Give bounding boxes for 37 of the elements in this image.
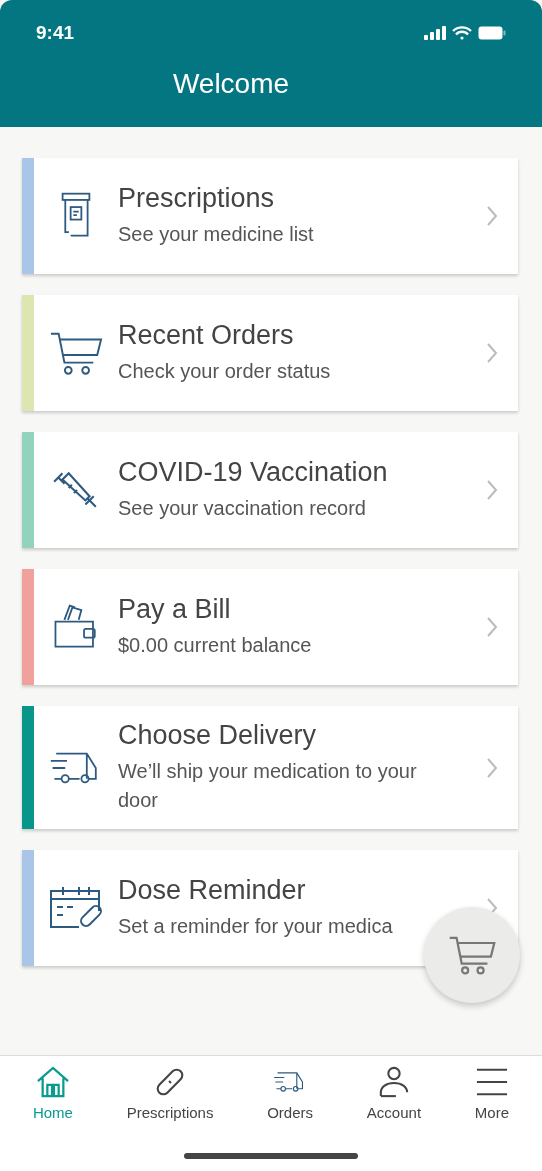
- card-title: Dose Reminder: [118, 875, 307, 906]
- chevron-right-icon: [486, 479, 498, 501]
- signal-icon: [424, 26, 446, 40]
- card-subtitle: Set a reminder for your medica: [118, 914, 394, 939]
- menu-card[interactable]: Recent Orders Check your order status: [22, 295, 518, 411]
- nav-tab[interactable]: Orders: [263, 1066, 318, 1121]
- wifi-icon: [452, 26, 472, 40]
- card-title: Choose Delivery: [118, 720, 318, 751]
- nav-tab[interactable]: Prescriptions: [122, 1066, 218, 1121]
- status-time: 9:41: [36, 22, 75, 44]
- chevron-right-icon: [486, 342, 498, 364]
- card-title: COVID-19 Vaccination: [118, 457, 389, 488]
- screen-title: Welcome: [171, 68, 291, 100]
- card-title: Recent Orders: [118, 320, 295, 351]
- card-subtitle: See your medicine list: [118, 222, 315, 247]
- menu-card[interactable]: Choose Delivery We’ll ship your medication to your door: [22, 706, 518, 829]
- menu-card[interactable]: Dose Reminder Set a reminder for your medica: [22, 850, 518, 966]
- cart-icon: [448, 934, 496, 976]
- nav-tab[interactable]: More: [470, 1066, 514, 1121]
- nav-tab[interactable]: Account: [362, 1066, 426, 1121]
- card-subtitle: Check your order status: [118, 359, 332, 384]
- home-icon: [35, 1066, 70, 1098]
- chevron-right-icon: [486, 616, 498, 638]
- chevron-right-icon: [486, 756, 498, 779]
- card-title: Pay a Bill: [118, 594, 232, 625]
- card-subtitle: We’ll ship your medication to your door: [118, 759, 418, 813]
- menu-icon: [474, 1066, 509, 1098]
- menu-card[interactable]: Prescriptions See your medicine list: [22, 158, 518, 274]
- card-subtitle: $0.00 current balance: [118, 633, 313, 658]
- menu-card[interactable]: COVID-19 Vaccination See your vaccination record: [22, 432, 518, 548]
- card-title: Prescriptions: [118, 183, 276, 214]
- card-subtitle: See your vaccination record: [118, 496, 367, 521]
- cart-button[interactable]: [424, 907, 520, 1003]
- menu-card[interactable]: Pay a Bill $0.00 current balance: [22, 569, 518, 685]
- nav-tab[interactable]: Home: [28, 1066, 77, 1121]
- battery-icon: [478, 26, 506, 40]
- chevron-right-icon: [486, 205, 498, 227]
